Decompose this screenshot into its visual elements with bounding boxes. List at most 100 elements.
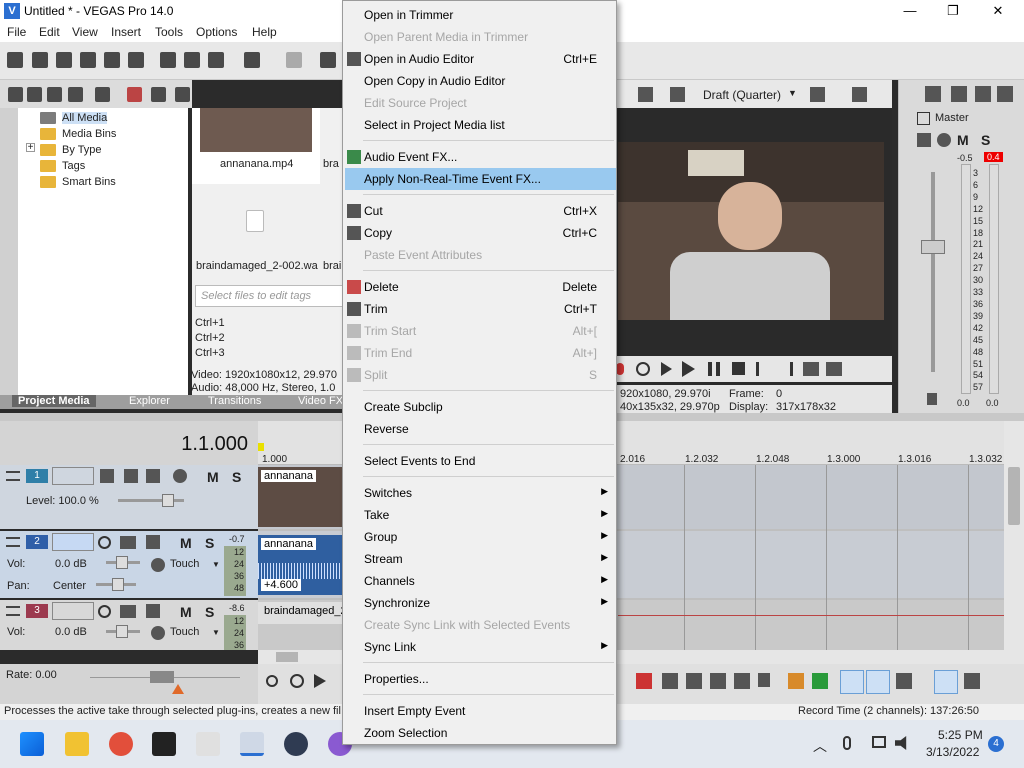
menu-item-synchronize[interactable]: Synchronize ▶ [343,592,616,614]
render-icon[interactable] [104,52,120,68]
solo-button[interactable]: S [232,469,241,485]
pan-slider-handle[interactable] [112,578,124,591]
network-icon[interactable] [872,736,886,748]
chevron-down-icon[interactable]: ▼ [212,628,220,637]
menu-item-switches[interactable]: Switches ▶ [343,482,616,504]
invert-phase-icon[interactable] [120,605,136,618]
lock-icon[interactable] [758,673,770,687]
overlays-icon[interactable] [670,87,685,102]
audio-clip[interactable]: annanana +4.600 [258,535,342,595]
menu-item-trim[interactable]: Trim Ctrl+T [343,298,616,320]
copy-icon[interactable] [184,52,200,68]
windows-start-icon[interactable] [20,732,44,756]
menu-item-open-in-trimmer[interactable]: Open in Trimmer [343,4,616,26]
gear-icon[interactable] [925,86,941,102]
clock-time[interactable]: 5:25 PM [938,728,983,742]
master-checkbox[interactable] [917,112,930,125]
media-item-annanana[interactable]: annanana.mp4 [192,108,320,184]
split-screen-icon[interactable] [638,87,653,102]
trim-end-icon[interactable] [710,673,726,689]
menu-tools[interactable]: Tools [155,25,183,39]
record-icon[interactable] [266,675,278,687]
mute-button[interactable]: M [180,535,192,551]
media-generators-icon[interactable] [175,87,190,102]
arm-record-icon[interactable] [98,605,111,618]
menu-item-sync-link[interactable]: Sync Link ▶ [343,636,616,658]
get-media-icon[interactable] [47,87,62,102]
compositing-icon[interactable] [124,469,138,483]
copy-snapshot-icon[interactable] [852,87,867,102]
import-media-icon[interactable] [8,87,23,102]
open-icon[interactable] [32,52,48,68]
invert-phase-icon[interactable] [120,536,136,549]
automation-mode[interactable]: Touch [170,626,199,638]
trim-start-icon[interactable] [686,673,702,689]
solo-button[interactable]: S [205,604,214,620]
prev-frame-icon[interactable] [803,362,819,376]
file-explorer-icon[interactable] [65,732,89,756]
menu-item-take[interactable]: Take ▶ [343,504,616,526]
maximize-button[interactable]: ❐ [938,2,968,20]
app-icon[interactable] [196,732,220,756]
globe-icon[interactable] [95,87,110,102]
notification-badge[interactable]: 4 [988,736,1004,752]
menu-options[interactable]: Options [196,25,237,39]
remove-unused-icon[interactable] [127,87,142,102]
mute-all-icon[interactable] [951,86,967,102]
tab-explorer[interactable]: Explorer [129,395,170,407]
mute-button[interactable]: M [207,469,219,485]
chrome-icon[interactable] [109,732,133,756]
play-from-start-icon[interactable] [661,362,672,376]
new-project-icon[interactable] [7,52,23,68]
media-fx-icon[interactable] [151,87,166,102]
track-motion-icon[interactable] [100,469,114,483]
track-menu-icon[interactable] [6,471,20,481]
undo-icon[interactable] [244,52,260,68]
rate-slider-handle[interactable] [150,671,174,683]
minimize-button[interactable]: — [895,2,925,20]
menu-item-apply-non-real-time-event-fx[interactable]: Apply Non-Real-Time Event FX... [345,168,616,190]
redo-icon[interactable] [286,52,302,68]
tab-transitions[interactable]: Transitions [208,395,261,407]
trim-icon[interactable] [662,673,678,689]
tags-input[interactable]: Select files to edit tags [195,285,344,307]
track-menu-icon[interactable] [6,537,20,547]
video-clip[interactable]: annanana [258,467,342,527]
gear-icon[interactable] [173,469,187,483]
stop-icon[interactable] [732,362,745,375]
fx-gear-icon[interactable] [937,133,951,147]
prev-marker-icon[interactable] [756,362,769,376]
vertical-scrollbar[interactable] [1004,421,1024,667]
menu-item-group[interactable]: Group ▶ [343,526,616,548]
solo-button[interactable]: S [981,132,990,148]
expand-icon[interactable]: + [26,143,35,153]
grid-icon[interactable] [810,87,825,102]
solo-button[interactable]: S [205,535,214,551]
vertical-scroll-thumb[interactable] [1008,467,1020,525]
volume-slider-handle[interactable] [116,556,128,569]
mute-button[interactable]: M [957,132,969,148]
menu-item-channels[interactable]: Channels ▶ [343,570,616,592]
menu-item-delete[interactable]: Delete Delete [343,276,616,298]
volume-slider-handle[interactable] [116,625,128,638]
audio-file-icon[interactable] [246,210,264,232]
menu-insert[interactable]: Insert [111,25,141,39]
properties-gear-icon[interactable] [128,52,144,68]
automation-gear-icon[interactable] [151,626,165,640]
menu-view[interactable]: View [72,25,98,39]
menu-item-open-in-audio-editor[interactable]: Open in Audio Editor Ctrl+E [343,48,616,70]
delete-icon[interactable] [636,673,652,689]
tab-project-media[interactable]: Project Media [12,395,96,407]
remove-media-icon[interactable] [68,87,83,102]
paste-icon[interactable] [208,52,224,68]
menu-item-copy[interactable]: Copy Ctrl+C [343,222,616,244]
menu-item-insert-empty-event[interactable]: Insert Empty Event [343,700,616,722]
chevron-down-icon[interactable]: ▼ [788,88,797,98]
master-fader-handle[interactable] [921,240,945,254]
tray-chevron-icon[interactable]: ︿ [813,736,827,756]
save-as-icon[interactable] [80,52,96,68]
volume-icon[interactable] [895,736,907,750]
region-icon[interactable] [812,673,828,689]
menu-help[interactable]: Help [252,25,277,39]
pause-icon[interactable] [708,362,720,376]
